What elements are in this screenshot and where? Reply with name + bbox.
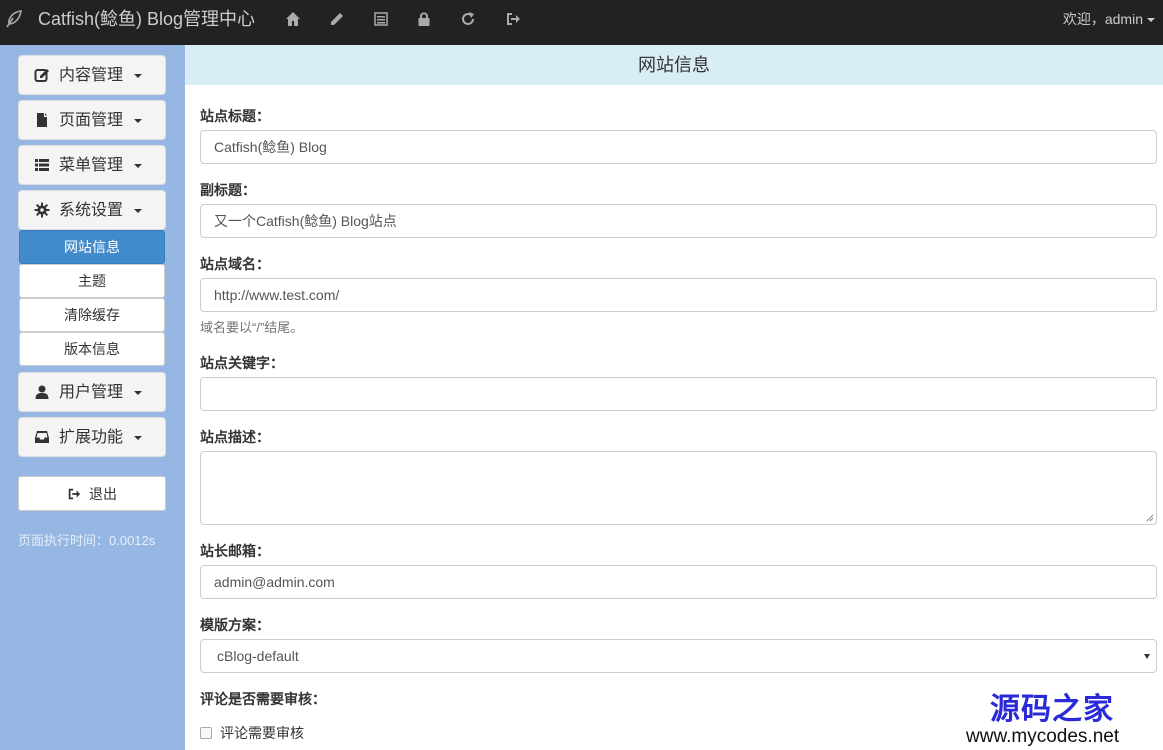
menu-label: 系统设置 (59, 202, 124, 219)
list-icon[interactable] (373, 11, 389, 27)
welcome-label: 欢迎，admin (1062, 11, 1143, 27)
gear-icon (34, 202, 50, 218)
refresh-icon[interactable] (460, 11, 476, 27)
chevron-down-icon (1147, 18, 1155, 23)
menu-extensions[interactable]: 扩展功能 (18, 417, 166, 457)
domain-label: 站点域名： (200, 256, 270, 272)
description-label: 站点描述： (200, 429, 270, 445)
user-icon (34, 384, 50, 400)
watermark-title: 源码之家 (990, 693, 1114, 726)
email-input[interactable]: admin@admin.com (200, 565, 1157, 599)
chevron-down-icon (134, 209, 142, 213)
menu-system-settings[interactable]: 系统设置 (18, 190, 166, 230)
menu-page-manage[interactable]: 页面管理 (18, 100, 166, 140)
menu-label: 内容管理 (59, 67, 124, 84)
menu-content-manage[interactable]: 内容管理 (18, 55, 166, 95)
home-icon[interactable] (285, 11, 301, 27)
menu-label: 扩展功能 (59, 429, 124, 446)
template-select-value: cBlog-default (217, 648, 299, 664)
sidebar: 内容管理 页面管理 菜单管理 系统设置 网站信息 主题 清除缓存 版本信息 用户… (0, 45, 185, 750)
pencil-icon[interactable] (329, 11, 345, 27)
logout-icon[interactable] (505, 11, 521, 27)
submenu-theme[interactable]: 主题 (19, 264, 165, 298)
list-icon (34, 157, 50, 173)
menu-label: 页面管理 (59, 112, 124, 129)
site-title-label: 站点标题： (200, 108, 270, 124)
edit-icon (34, 67, 50, 83)
keywords-label: 站点关键字： (200, 355, 284, 371)
inbox-icon (34, 429, 50, 445)
submenu-version-info[interactable]: 版本信息 (19, 332, 165, 366)
chevron-down-icon (134, 391, 142, 395)
chevron-down-icon (1144, 654, 1150, 659)
feather-icon[interactable] (4, 9, 24, 29)
file-icon (34, 112, 50, 128)
domain-input[interactable]: http://www.test.com/ (200, 278, 1157, 312)
logout-icon (67, 487, 81, 501)
chevron-down-icon (134, 164, 142, 168)
comment-review-checkbox-label[interactable]: 评论需要审核 (220, 725, 304, 741)
menu-user-manage[interactable]: 用户管理 (18, 372, 166, 412)
subtitle-label: 副标题： (200, 182, 256, 198)
menu-nav-manage[interactable]: 菜单管理 (18, 145, 166, 185)
menu-label: 用户管理 (59, 384, 124, 401)
panel-title: 网站信息 (185, 45, 1163, 85)
submenu-site-info[interactable]: 网站信息 (19, 230, 165, 264)
menu-label: 菜单管理 (59, 157, 124, 174)
template-select[interactable]: cBlog-default (200, 639, 1157, 673)
comment-review-label: 评论是否需要审核： (200, 691, 326, 707)
welcome-user-menu[interactable]: 欢迎，admin (1063, 11, 1155, 27)
top-navbar: Catfish(鲶鱼) Blog管理中心 欢迎，admin (0, 0, 1163, 45)
logout-label: 退出 (89, 486, 117, 502)
subtitle-input[interactable]: 又一个Catfish(鲶鱼) Blog站点 (200, 204, 1157, 238)
keywords-input[interactable] (200, 377, 1157, 411)
description-textarea[interactable] (200, 451, 1157, 525)
chevron-down-icon (134, 74, 142, 78)
submenu-clear-cache[interactable]: 清除缓存 (19, 298, 165, 332)
exec-time-text: 页面执行时间：0.0012s (18, 533, 156, 548)
chevron-down-icon (134, 436, 142, 440)
main-panel: 网站信息 站点标题： Catfish(鲶鱼) Blog 副标题： 又一个Catf… (185, 45, 1163, 750)
chevron-down-icon (134, 119, 142, 123)
comment-review-checkbox[interactable] (200, 727, 212, 739)
domain-help-text: 域名要以“/”结尾。 (200, 320, 304, 335)
site-title-input[interactable]: Catfish(鲶鱼) Blog (200, 130, 1157, 164)
logout-button[interactable]: 退出 (18, 476, 166, 511)
brand-title[interactable]: Catfish(鲶鱼) Blog管理中心 (38, 9, 255, 29)
template-label: 模版方案： (200, 617, 270, 633)
resize-grip-icon[interactable] (1146, 514, 1154, 522)
lock-icon[interactable] (416, 11, 432, 27)
watermark-url: www.mycodes.net (966, 726, 1120, 747)
email-label: 站长邮箱： (200, 543, 270, 559)
